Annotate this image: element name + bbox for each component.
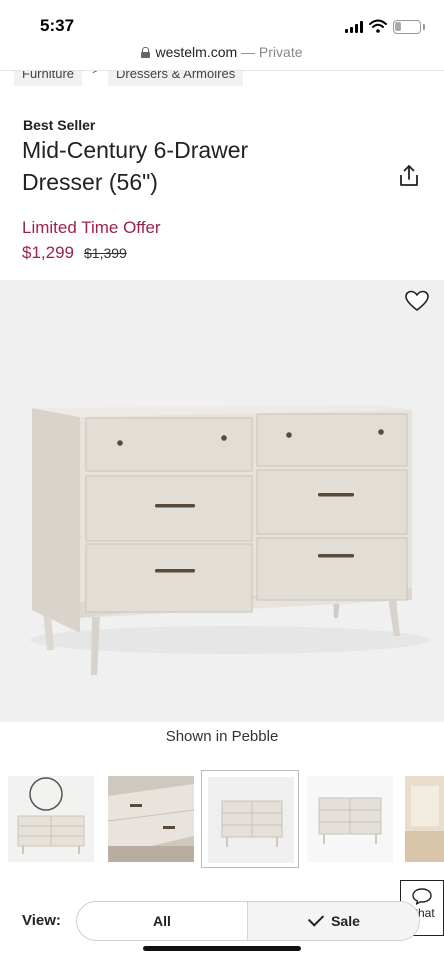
battery-cap: [423, 24, 425, 30]
thumbnail-4[interactable]: [307, 776, 393, 862]
price-row: $1,299 $1,399: [22, 243, 127, 263]
breadcrumb-separator: >: [92, 70, 100, 77]
thumbnail-carousel: [0, 770, 444, 868]
url-domain: westelm.com: [155, 44, 238, 60]
battery-level: 7: [403, 20, 411, 32]
product-title: Mid-Century 6-Drawer Dresser (56"): [22, 137, 249, 195]
heart-icon[interactable]: [404, 289, 430, 313]
status-bar: 5:37 7: [0, 0, 444, 44]
thumbnail-3-selected[interactable]: [201, 770, 299, 868]
dresser-illustration: [30, 405, 430, 675]
thumbnail-5[interactable]: [405, 776, 444, 862]
battery-icon: 7: [393, 20, 421, 34]
lock-icon: [141, 47, 151, 58]
thumbnail-2[interactable]: [108, 776, 194, 862]
wifi-icon: [369, 19, 387, 33]
view-option-all[interactable]: All: [77, 902, 247, 940]
thumbnail-1[interactable]: [8, 776, 94, 862]
limited-offer-label: Limited Time Offer: [22, 218, 161, 237]
checkmark-icon: [307, 910, 325, 927]
cellular-signal-icon: [345, 21, 365, 33]
breadcrumb-item-dressers[interactable]: Dressers & Armoires: [108, 71, 244, 86]
status-time: 5:37: [40, 16, 75, 35]
thumbnail-lifestyle-image: [405, 776, 444, 862]
view-option-all-label: All: [153, 913, 171, 929]
url-bar[interactable]: westelm.com — Private: [0, 44, 444, 70]
original-price: $1,399: [84, 245, 127, 261]
url-private-label: — Private: [241, 44, 303, 60]
view-option-sale[interactable]: Sale: [247, 902, 419, 940]
best-seller-badge: Best Seller: [23, 117, 96, 133]
thumbnail-room-image: [8, 776, 94, 862]
image-caption: Shown in Pebble: [165, 728, 279, 745]
home-indicator: [143, 946, 301, 951]
product-hero-image[interactable]: [0, 280, 444, 722]
view-filter-label: View:: [22, 912, 61, 929]
thumbnail-detail-image: [108, 776, 194, 862]
thumbnail-straight-image: [307, 776, 393, 862]
view-option-sale-label: Sale: [331, 913, 360, 929]
thumbnail-front-image: [208, 777, 294, 863]
breadcrumb: Furniture > Dressers & Armoires: [0, 70, 444, 88]
share-icon[interactable]: [396, 163, 422, 189]
breadcrumb-item-furniture[interactable]: Furniture: [14, 71, 83, 86]
view-filter-toggle: All Sale: [76, 901, 420, 941]
sale-price: $1,299: [22, 243, 74, 262]
